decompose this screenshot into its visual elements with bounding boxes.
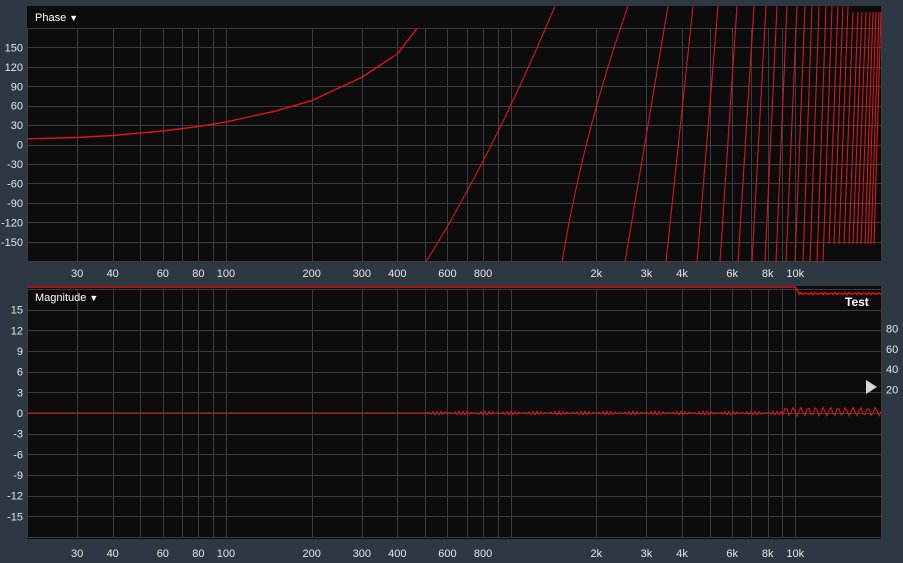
x-tick-label: 100 <box>217 548 235 560</box>
right-tick-label: 40 <box>886 364 898 376</box>
phase-view-dropdown[interactable]: Phase ▼ <box>35 12 78 24</box>
magnitude-title: Magnitude <box>35 292 87 304</box>
y-tick-label: -15 <box>7 511 23 523</box>
x-tick-label: 3k <box>641 548 653 560</box>
triangle-down-icon: ▼ <box>69 13 79 23</box>
triangle-right-icon[interactable] <box>866 380 877 394</box>
y-tick-label: 0 <box>17 140 23 152</box>
x-tick-label: 400 <box>388 548 406 560</box>
y-tick-label: 60 <box>11 101 23 113</box>
x-tick-label: 100 <box>217 268 235 280</box>
x-tick-label: 200 <box>302 548 320 560</box>
y-tick-label: 6 <box>17 367 23 379</box>
legend-test: Test <box>845 295 869 309</box>
x-tick-label: 10k <box>786 268 804 280</box>
x-tick-label: 2k <box>591 268 603 280</box>
x-tick-label: 3k <box>641 268 653 280</box>
y-tick-label: -3 <box>13 429 23 441</box>
x-tick-label: 30 <box>71 548 83 560</box>
x-tick-label: 600 <box>438 268 456 280</box>
x-tick-label: 40 <box>107 268 119 280</box>
y-tick-label: 90 <box>11 81 23 93</box>
x-tick-label: 200 <box>302 268 320 280</box>
phase-chart: 1501209060300-30-60-90-120-150 30 40 60 80 1… <box>1 5 882 280</box>
magnitude-x-axis: 30 40 60 80 100 200 300 400 600 800 2k 3k 4k 6k 8k 10k <box>71 548 805 560</box>
y-tick-label: -60 <box>7 178 23 190</box>
x-tick-label: 40 <box>107 548 119 560</box>
x-tick-label: 6k <box>726 268 738 280</box>
y-tick-label: 30 <box>11 120 23 132</box>
x-tick-label: 4k <box>676 548 688 560</box>
magnitude-y-axis: 15 12 9 6 3 0 -3 -6 -9 -12 -15 <box>7 305 23 524</box>
phase-plot-area[interactable] <box>27 6 881 262</box>
y-tick-label: -90 <box>7 198 23 210</box>
y-tick-label: 3 <box>17 387 23 399</box>
y-tick-label: -9 <box>13 470 23 482</box>
y-tick-label: 15 <box>11 305 23 317</box>
phase-y-axis: 150 120 90 60 30 0 -30 -60 -90 -120 -150 <box>1 42 23 248</box>
x-tick-label: 400 <box>388 268 406 280</box>
x-tick-label: 2k <box>591 548 603 560</box>
phase-title: Phase <box>35 12 67 24</box>
x-tick-label: 80 <box>192 548 204 560</box>
x-tick-label: 30 <box>71 268 83 280</box>
magnitude-view-dropdown[interactable]: Magnitude ▼ <box>35 292 98 304</box>
magnitude-chart: 15129630-3-6-9-12-15 80604020 30 40 60 80 10… <box>7 286 898 560</box>
y-tick-label: 9 <box>17 346 23 358</box>
x-tick-label: 8k <box>762 548 774 560</box>
y-tick-label: -120 <box>1 217 23 229</box>
phase-x-axis: 30 40 60 80 100 200 300 400 600 800 2k 3k 4k 6k 8k 10k <box>71 268 805 280</box>
x-tick-label: 60 <box>157 268 169 280</box>
right-tick-label: 60 <box>886 344 898 356</box>
y-tick-label: 12 <box>11 325 23 337</box>
x-tick-label: 800 <box>474 548 492 560</box>
x-tick-label: 10k <box>786 548 804 560</box>
x-tick-label: 800 <box>474 268 492 280</box>
y-tick-label: 120 <box>5 62 23 74</box>
magnitude-panel: 15 12 9 6 3 0 -3 -6 -9 -12 -15 80 60 40 20 30 40 60 80 10… <box>0 283 903 563</box>
x-tick-label: 600 <box>438 548 456 560</box>
x-tick-label: 6k <box>726 548 738 560</box>
magnitude-right-axis: 80 60 40 20 <box>886 323 898 396</box>
y-tick-label: -12 <box>7 491 23 503</box>
right-tick-label: 80 <box>886 323 898 335</box>
triangle-down-icon: ▼ <box>89 293 99 303</box>
y-tick-label: -150 <box>1 237 23 249</box>
x-tick-label: 80 <box>192 268 204 280</box>
right-tick-label: 20 <box>886 385 898 397</box>
y-tick-label: -6 <box>13 449 23 461</box>
phase-panel: 150 120 90 60 30 0 -30 -60 -90 -120 -150 30 40 60 80 1… <box>0 0 903 283</box>
x-tick-label: 60 <box>157 548 169 560</box>
x-tick-label: 300 <box>353 548 371 560</box>
y-tick-label: 150 <box>5 42 23 54</box>
x-tick-label: 300 <box>353 268 371 280</box>
x-tick-label: 4k <box>676 268 688 280</box>
y-tick-label: -30 <box>7 159 23 171</box>
y-tick-label: 0 <box>17 408 23 420</box>
x-tick-label: 8k <box>762 268 774 280</box>
